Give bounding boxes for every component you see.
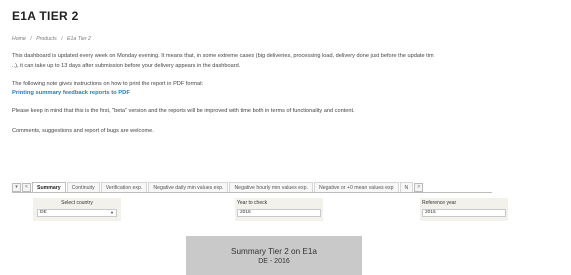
year-input-value: 2016 — [240, 210, 251, 215]
breadcrumb-separator: / — [30, 36, 32, 42]
country-filter-label: Select country — [61, 200, 93, 206]
tab-scroll-right-button[interactable]: > — [414, 183, 424, 192]
reference-year-input[interactable]: 2015 — [422, 209, 506, 217]
tab-verification-exp[interactable]: Verification exp. — [100, 182, 148, 192]
pdf-instructions-link[interactable]: Printing summary feedback reports to PDF — [12, 90, 130, 96]
tab-negative-hourly-min[interactable]: Negative hourly min values exp. — [229, 182, 313, 192]
breadcrumb-home[interactable]: Home — [12, 36, 26, 42]
summary-title: Summary Tier 2 on E1a — [230, 247, 317, 256]
summary-header-panel: Summary Tier 2 on E1a DE - 2016 — [186, 236, 362, 275]
beta-note: Please keep in mind that this is the fir… — [12, 108, 355, 114]
tab-truncated[interactable]: N — [399, 182, 414, 192]
breadcrumb-products[interactable]: Products — [36, 36, 56, 42]
update-note-line2: ..), it can take up to 13 days after sub… — [12, 63, 241, 69]
year-filter-label: Year to check — [237, 200, 268, 206]
tab-negative-or-zero-mean[interactable]: Negative or +0 mean values exp — [313, 182, 399, 192]
breadcrumb-current: E1a Tier 2 — [67, 36, 91, 42]
country-select[interactable]: DE ▼ — [37, 209, 117, 217]
country-select-value: DE — [40, 210, 47, 215]
summary-subtitle: DE - 2016 — [258, 258, 290, 265]
page-title: E1A TIER 2 — [12, 9, 79, 23]
update-note-line1: This dashboard is updated every week on … — [12, 53, 434, 59]
tab-negative-daily-min[interactable]: Negative daily min values exp. — [148, 182, 229, 192]
feedback-note: Comments, suggestions and report of bugs… — [12, 128, 154, 134]
year-input[interactable]: 2016 — [237, 209, 321, 217]
dashboard-tab-bar: ▾ < Summary Continuity Verification exp.… — [12, 182, 492, 193]
reference-year-input-value: 2015 — [425, 210, 436, 215]
reference-year-filter-label: Reference year — [422, 200, 457, 206]
pdf-instructions-text: The following note gives instructions on… — [12, 81, 204, 87]
tab-continuity[interactable]: Continuity — [66, 182, 100, 192]
tab-summary[interactable]: Summary — [32, 182, 66, 192]
chevron-down-icon: ▼ — [110, 210, 114, 215]
tab-scroll-left-button[interactable]: < — [22, 183, 31, 192]
breadcrumb: Home / Products / E1a Tier 2 — [12, 36, 94, 42]
breadcrumb-separator: / — [61, 36, 63, 42]
tab-menu-button[interactable]: ▾ — [12, 183, 21, 192]
